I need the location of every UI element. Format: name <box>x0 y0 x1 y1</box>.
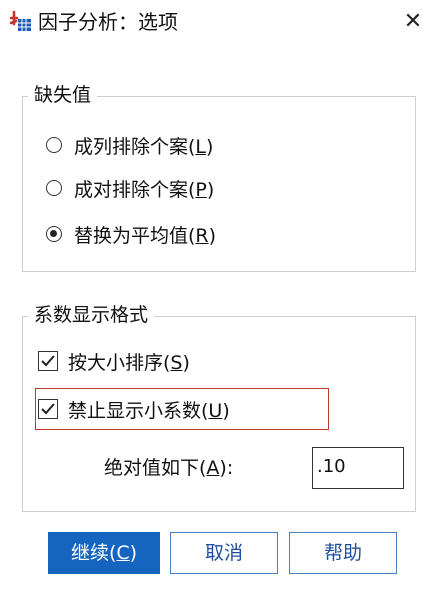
title-bar: 因子分析：选项 ✕ <box>0 0 438 44</box>
close-icon[interactable]: ✕ <box>398 8 428 36</box>
radio-label: 替换为平均值(R) <box>74 224 217 247</box>
absolute-value-label: 绝对值如下(A): <box>104 457 234 479</box>
radio-exclude-listwise[interactable]: 成列排除个案(L) <box>46 131 213 159</box>
radio-button[interactable] <box>46 180 62 196</box>
radio-button[interactable] <box>46 137 62 153</box>
checkbox-sort-by-size[interactable]: 按大小排序(S) <box>38 346 190 376</box>
checkbox-checked-icon[interactable] <box>38 399 58 419</box>
checkbox-label: 禁止显示小系数(U) <box>68 399 230 422</box>
help-button[interactable]: 帮助 <box>289 532 397 574</box>
cancel-button[interactable]: 取消 <box>170 532 278 574</box>
continue-button[interactable]: 继续(C) <box>48 532 160 574</box>
absolute-value-input[interactable]: .10 <box>312 447 404 489</box>
window-title: 因子分析：选项 <box>38 10 178 34</box>
checkbox-checked-icon[interactable] <box>38 351 58 371</box>
radio-exclude-pairwise[interactable]: 成对排除个案(P) <box>46 174 214 202</box>
checkbox-suppress-small-coefficients[interactable]: 禁止显示小系数(U) <box>38 394 230 424</box>
radio-label: 成列排除个案(L) <box>74 135 214 158</box>
radio-label: 成对排除个案(P) <box>74 178 215 201</box>
radio-button-selected[interactable] <box>46 226 62 242</box>
factor-analysis-options-dialog: 因子分析：选项 ✕ 缺失值 成列排除个案(L) 成对排除个案(P) 替换为平均值… <box>0 0 438 600</box>
checkbox-label: 按大小排序(S) <box>68 351 190 374</box>
coefficient-format-group-title: 系数显示格式 <box>28 303 155 327</box>
factor-analysis-app-icon <box>8 9 32 33</box>
radio-replace-with-mean[interactable]: 替换为平均值(R) <box>46 220 216 248</box>
missing-values-group-title: 缺失值 <box>28 83 98 107</box>
